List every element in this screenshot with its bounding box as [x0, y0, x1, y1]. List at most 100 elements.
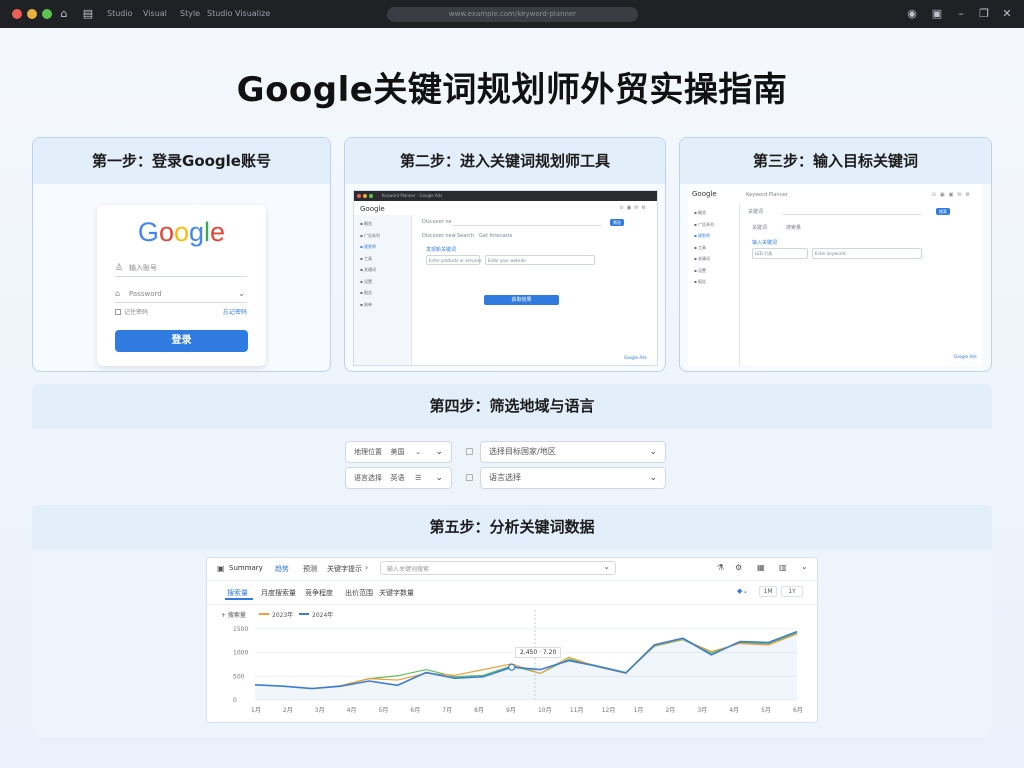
mini-toolbar-icons: ⊙▣✉⚙: [619, 205, 649, 211]
mini-sidebar-item: ▪ 概览: [360, 221, 372, 226]
mini-sidebar-item: ▪ 工具: [360, 255, 372, 261]
x-tick-label: 4月: [729, 707, 739, 714]
username-field[interactable]: ♙ 输入账号: [115, 259, 247, 277]
mini-input-keywords: Enter keywords: [812, 248, 922, 259]
lock-icon: ⌂: [115, 289, 121, 298]
mini-toolbar-icons: ⊙▣▣✉⚙: [931, 192, 974, 198]
y-tick-label: 1500: [233, 626, 248, 633]
x-tick-label: 1月: [251, 707, 261, 714]
mini-sidebar-item: ▪ 广告系列: [360, 232, 380, 238]
mini-sidebar-item: ▪ 关键词: [360, 267, 376, 272]
login-panel: Google ♙ 输入账号 ⌂ Password ⌄ 记住密码 忘记密码 登录: [97, 205, 266, 366]
mini-filter-button: 筛选: [610, 219, 624, 226]
step1-heading: 第一步：登录Google账号: [33, 138, 330, 184]
mini-tab: Search: [457, 233, 475, 239]
shield-icon[interactable]: ◉: [906, 8, 918, 20]
page-title: Google关键词规划师外贸实操指南: [236, 70, 788, 110]
step2-heading: 第二步：进入关键词规划师工具: [345, 138, 665, 184]
mini-sidebar-item: ▪ 关键词: [694, 256, 710, 261]
x-tick-label: 11月: [570, 707, 584, 714]
mini-tab: Get forecasts: [479, 233, 513, 239]
step4-heading: 第四步：筛选地域与语言: [32, 384, 992, 429]
login-button[interactable]: 登录: [115, 330, 248, 352]
mini-search-label: 关键词: [748, 209, 764, 215]
address-bar[interactable]: www.example.com/keyword-planner: [387, 7, 638, 22]
y-tick-label: 1000: [233, 650, 248, 657]
mini-input-website: Enter your website: [485, 255, 595, 265]
chevron-down-icon: ⌄: [649, 447, 657, 457]
chevron-down-icon: ⌄: [435, 473, 443, 483]
step2-card: 第二步：进入关键词规划师工具 Keyword Planner - Google …: [344, 137, 666, 372]
mini-sidebar-item: ▪ 报告: [360, 290, 372, 295]
menu-item[interactable]: Studio: [107, 9, 132, 18]
mini-tab: Discover new: [422, 233, 456, 239]
close-icon[interactable]: ✕: [1001, 8, 1013, 20]
mini-section-label: 发现新关键词: [426, 247, 457, 253]
x-tick-label: 2月: [283, 707, 293, 714]
language-select[interactable]: 语言选择 英语 ☰ ⌄: [345, 467, 452, 489]
chart-tooltip: 2,450 · 7.20: [515, 647, 562, 658]
language-value: 英语: [390, 474, 405, 482]
sidebar-icon[interactable]: ▤: [82, 8, 94, 20]
x-tick-label: 10月: [538, 707, 552, 714]
location-select[interactable]: 地理位置 美国 ⌄ ⌄: [345, 441, 452, 463]
series-area: [255, 631, 797, 700]
clipboard-icon[interactable]: ▣: [931, 8, 943, 20]
menu-item[interactable]: Visual: [143, 9, 167, 18]
analytics-panel: ▣ Summary 趋势 预测 关键字提示 › 输入关键词搜索 ⌄ ⚗ ⚙ ▦ …: [206, 557, 818, 723]
menu-item[interactable]: Studio Visualize: [207, 9, 270, 18]
language-dropdown[interactable]: 语言选择 ⌄: [480, 467, 666, 489]
forgot-password-link[interactable]: 忘记密码: [223, 307, 247, 316]
mini-sidebar-item: ▪ 报告: [694, 279, 706, 284]
user-icon: ♙: [115, 263, 124, 273]
x-tick-label: 1月: [634, 707, 644, 714]
location-label: 地理位置: [354, 448, 382, 456]
minimize-window-button[interactable]: [27, 9, 37, 19]
mini-sidebar: ▪ 概览 ▪ 广告系列 ▪ 规划师 ▪ 工具 ▪ 关键词 ▪ 设置 ▪ 报告: [688, 204, 740, 366]
menu-item[interactable]: Style: [180, 9, 200, 18]
mini-search-box: [452, 219, 602, 226]
mini-google-logo: Google: [692, 190, 717, 198]
chevron-down-icon: ⌄: [435, 447, 443, 457]
mini-section-label: 输入关键词: [752, 240, 778, 246]
location-value: 美国: [390, 448, 405, 456]
mini-sidebar: ▪ 概览 ▪ 广告系列 ▪ 规划师 ▪ 工具 ▪ 关键词 ▪ 设置 ▪ 报告 ▪ 账单: [354, 215, 412, 365]
close-window-button[interactable]: [12, 9, 22, 19]
search-volume-chart: 0 500 1000 1500 1月 2月 3月 4月 5月 6月 7月 8月 9月 10月 11月 12月 1…: [233, 610, 803, 714]
mini-sidebar-item: ▪ 广告系列: [694, 221, 714, 227]
mini-address: Keyword Planner: [746, 192, 788, 198]
remember-label: 记住密码: [124, 309, 149, 316]
mini-search-label: Discover new: [422, 219, 456, 225]
remember-checkbox[interactable]: [115, 309, 121, 315]
x-tick-label: 8月: [474, 707, 484, 714]
x-tick-label: 6月: [793, 707, 803, 714]
mini-sidebar-item: ▪ 规划师: [694, 233, 710, 238]
window-titlebar: ⌂ ▤ Studio Visual Style Studio Visualize…: [0, 0, 1024, 28]
x-tick-label: 12月: [602, 707, 616, 714]
maximize-window-button[interactable]: [42, 9, 52, 19]
home-icon[interactable]: ⌂: [58, 8, 70, 20]
step3-heading: 第三步：输入目标关键词: [680, 138, 991, 184]
mini-search-box: [782, 208, 922, 215]
minimize-icon[interactable]: –: [955, 8, 967, 20]
country-dropdown-label: 选择目标国家/地区: [489, 447, 556, 456]
x-tick-label: 4月: [347, 707, 357, 714]
highlight-point[interactable]: [508, 663, 516, 671]
mini-tab: 关键词: [752, 225, 768, 231]
mini-tab: 搜索量: [786, 225, 802, 231]
restore-icon[interactable]: ❐: [978, 8, 990, 20]
language-icon: ▢: [465, 473, 474, 483]
password-field[interactable]: ⌂ Password ⌄: [115, 285, 247, 303]
x-tick-label: 9月: [506, 707, 516, 714]
mini-sidebar-item: ▪ 概览: [694, 210, 706, 215]
google-logo: Google: [137, 217, 226, 247]
mini-address: Keyword Planner - Google Ads: [382, 193, 443, 198]
username-placeholder: 输入账号: [129, 264, 157, 272]
list-icon: ☰: [415, 474, 422, 482]
x-tick-label: 3月: [697, 707, 707, 714]
chevron-down-icon[interactable]: ⌄: [238, 285, 245, 303]
country-dropdown[interactable]: 选择目标国家/地区 ⌄: [480, 441, 666, 463]
password-placeholder: Password: [129, 290, 162, 298]
chevron-down-icon: ⌄: [649, 473, 657, 483]
mini-sidebar-item: ▪ 设置: [360, 278, 372, 284]
